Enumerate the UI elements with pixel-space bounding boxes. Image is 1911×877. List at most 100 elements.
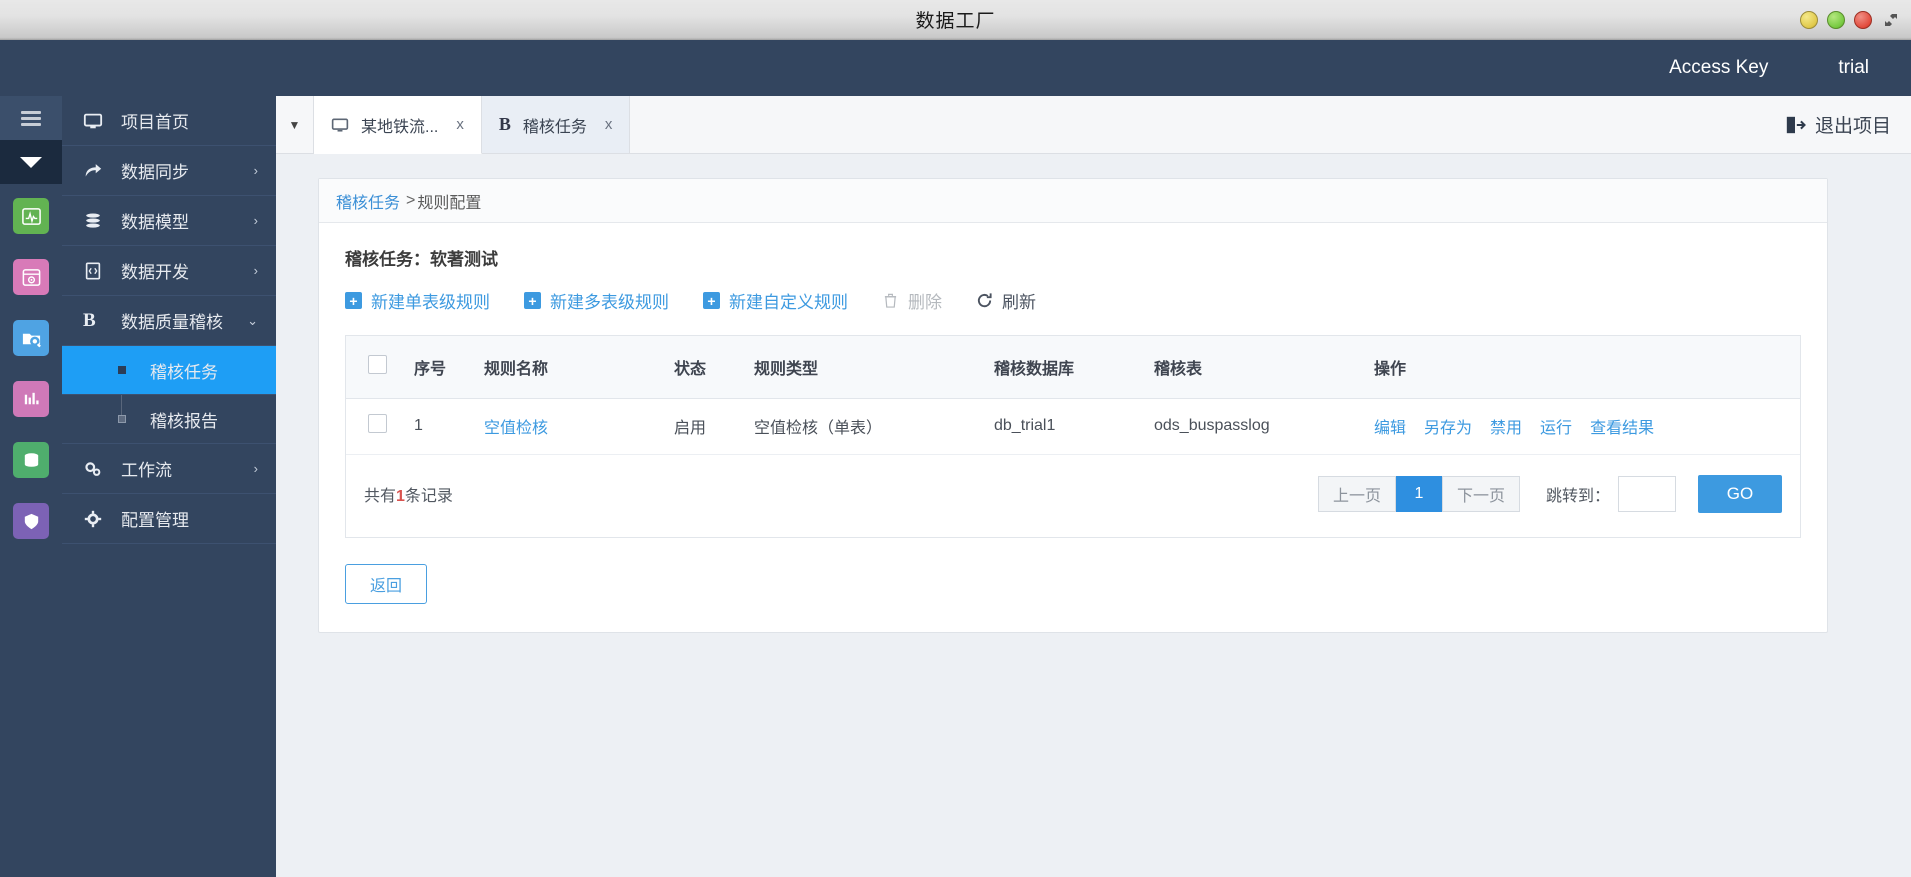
close-icon[interactable]: x — [605, 116, 613, 133]
sidebar-item-label: 数据开发 — [121, 263, 189, 282]
tab-audit-task[interactable]: B 稽核任务 x — [481, 96, 631, 153]
row-select-cell — [346, 398, 402, 454]
chevron-right-icon: › — [253, 163, 258, 178]
maximize-button[interactable] — [1827, 11, 1845, 29]
row-checkbox[interactable] — [368, 414, 387, 434]
button-label: 新建多表级规则 — [550, 293, 669, 312]
sidebar-item-workflow[interactable]: 工作流 › — [62, 444, 276, 494]
tree-node-icon — [118, 415, 126, 423]
sidebar-item-audit-task[interactable]: 稽核任务 — [62, 346, 276, 395]
select-all-checkbox[interactable] — [368, 354, 387, 374]
refresh-button[interactable]: 刷新 — [976, 288, 1036, 313]
window-controls — [1800, 10, 1901, 30]
refresh-icon — [976, 292, 993, 309]
sidebar-item-data-development[interactable]: 数据开发 › — [62, 246, 276, 296]
cell-index: 1 — [414, 417, 423, 435]
panel-body: 稽核任务：软著测试 + 新建单表级规则 + 新建多表级规则 + 新建自定义规则 — [319, 223, 1827, 632]
tree-node-icon — [118, 366, 126, 374]
scheduler-app-icon[interactable] — [13, 259, 49, 295]
page-title: 稽核任务：软著测试 — [345, 250, 498, 269]
view-result-link[interactable]: 查看结果 — [1590, 414, 1654, 438]
caret-down-icon[interactable] — [0, 140, 62, 184]
sidebar-item-data-quality-audit[interactable]: B 数据质量稽核 ⌄ — [62, 296, 276, 346]
new-single-table-rule-button[interactable]: + 新建单表级规则 — [345, 288, 490, 313]
new-custom-rule-button[interactable]: + 新建自定义规则 — [703, 288, 848, 313]
cell-table: ods_buspasslog — [1154, 417, 1270, 435]
tab-bar: ▼ 某地铁流... x B 稽核任务 x 退出项目 — [276, 96, 1911, 154]
disable-link[interactable]: 禁用 — [1490, 414, 1522, 438]
bold-b-icon: B — [83, 309, 96, 331]
breadcrumb-link-audit-task[interactable]: 稽核任务 — [336, 189, 400, 213]
jump-to-input[interactable] — [1618, 476, 1676, 512]
prev-page-button[interactable]: 上一页 — [1317, 476, 1396, 512]
breadcrumb-separator: > — [406, 191, 416, 209]
resize-arrows-icon[interactable] — [1881, 10, 1901, 30]
tab-project-overview[interactable]: 某地铁流... x — [314, 96, 482, 154]
select-all-header — [346, 336, 402, 399]
chevron-right-icon: › — [253, 461, 258, 476]
logout-project-button[interactable]: 退出项目 — [1784, 111, 1891, 138]
sidebar-item-config-management[interactable]: 配置管理 — [62, 494, 276, 544]
column-header-table: 稽核表 — [1142, 336, 1362, 399]
button-label: 刷新 — [1002, 293, 1036, 312]
close-button[interactable] — [1854, 11, 1872, 29]
tab-label: 某地铁流... — [361, 118, 439, 136]
sidebar-item-label: 数据质量稽核 — [121, 313, 223, 332]
security-app-icon[interactable] — [13, 503, 49, 539]
sidebar-item-project-home[interactable]: 项目首页 — [62, 96, 276, 146]
window-titlebar: 数据工厂 — [0, 0, 1911, 40]
go-button[interactable]: GO — [1698, 475, 1782, 513]
page-number-1[interactable]: 1 — [1395, 476, 1442, 512]
monitor-icon — [83, 111, 113, 131]
plus-square-icon: + — [524, 292, 541, 309]
save-as-link[interactable]: 另存为 — [1424, 414, 1472, 438]
column-header-status: 状态 — [662, 336, 742, 399]
plus-square-icon: + — [703, 292, 720, 309]
chevron-down-icon: ⌄ — [247, 312, 258, 328]
record-suffix: 条记录 — [404, 488, 453, 505]
main-content: 稽核任务 > 规则配置 稽核任务：软著测试 + 新建单表级规则 + 新建多表级规… — [276, 154, 1911, 877]
close-icon[interactable]: x — [456, 116, 464, 133]
hamburger-menu-icon[interactable] — [0, 96, 62, 140]
analytics-app-icon[interactable] — [13, 381, 49, 417]
app-topbar: Access Key trial — [0, 40, 1911, 96]
table-footer: 共有1条记录 上一页 1 下一页 跳转到： GO — [346, 454, 1800, 537]
minimize-button[interactable] — [1800, 11, 1818, 29]
sidebar-item-audit-report[interactable]: 稽核报告 — [62, 395, 276, 444]
gears-icon — [83, 459, 113, 479]
code-file-icon — [83, 261, 113, 281]
column-header-rule-type: 规则类型 — [742, 336, 982, 399]
tabbar-right-group: 退出项目 — [1784, 96, 1911, 153]
record-count: 共有1条记录 — [364, 482, 453, 506]
logout-icon — [1784, 115, 1806, 135]
back-button[interactable]: 返回 — [345, 564, 427, 604]
sidebar-item-data-model[interactable]: 数据模型 › — [62, 196, 276, 246]
sidebar-item-label: 稽核报告 — [150, 411, 218, 431]
cell-rule-name[interactable]: 空值检核 — [472, 398, 662, 454]
table-row[interactable]: 1 空值检核 启用 空值检核（单表） db_trial1 ods_buspass… — [346, 398, 1800, 454]
topbar-right-group: Access Key trial — [1669, 40, 1911, 96]
action-toolbar: + 新建单表级规则 + 新建多表级规则 + 新建自定义规则 删除 刷新 — [345, 288, 1801, 313]
record-number: 1 — [396, 488, 405, 505]
plus-square-icon: + — [345, 292, 362, 309]
edit-link[interactable]: 编辑 — [1374, 414, 1406, 438]
cell-rule-type: 空值检核（单表） — [754, 420, 883, 438]
app-icon-rail — [0, 96, 62, 877]
monitor-app-icon[interactable] — [13, 198, 49, 234]
sidebar-item-label: 工作流 — [121, 461, 172, 480]
access-key-link[interactable]: Access Key — [1669, 57, 1768, 79]
sidebar-item-data-sync[interactable]: 数据同步 › — [62, 146, 276, 196]
account-label[interactable]: trial — [1838, 57, 1869, 79]
chevron-right-icon: › — [253, 263, 258, 278]
next-page-button[interactable]: 下一页 — [1441, 476, 1520, 512]
tab-list-dropdown[interactable]: ▼ — [276, 96, 314, 153]
column-header-operations: 操作 — [1362, 336, 1800, 399]
new-multi-table-rule-button[interactable]: + 新建多表级规则 — [524, 288, 669, 313]
data-explorer-app-icon[interactable] — [13, 320, 49, 356]
button-label: 新建自定义规则 — [729, 293, 848, 312]
sidebar-item-label: 数据模型 — [121, 213, 189, 232]
database-app-icon[interactable] — [13, 442, 49, 478]
run-link[interactable]: 运行 — [1540, 414, 1572, 438]
tab-label: 稽核任务 — [522, 118, 587, 136]
logout-label: 退出项目 — [1814, 116, 1891, 137]
